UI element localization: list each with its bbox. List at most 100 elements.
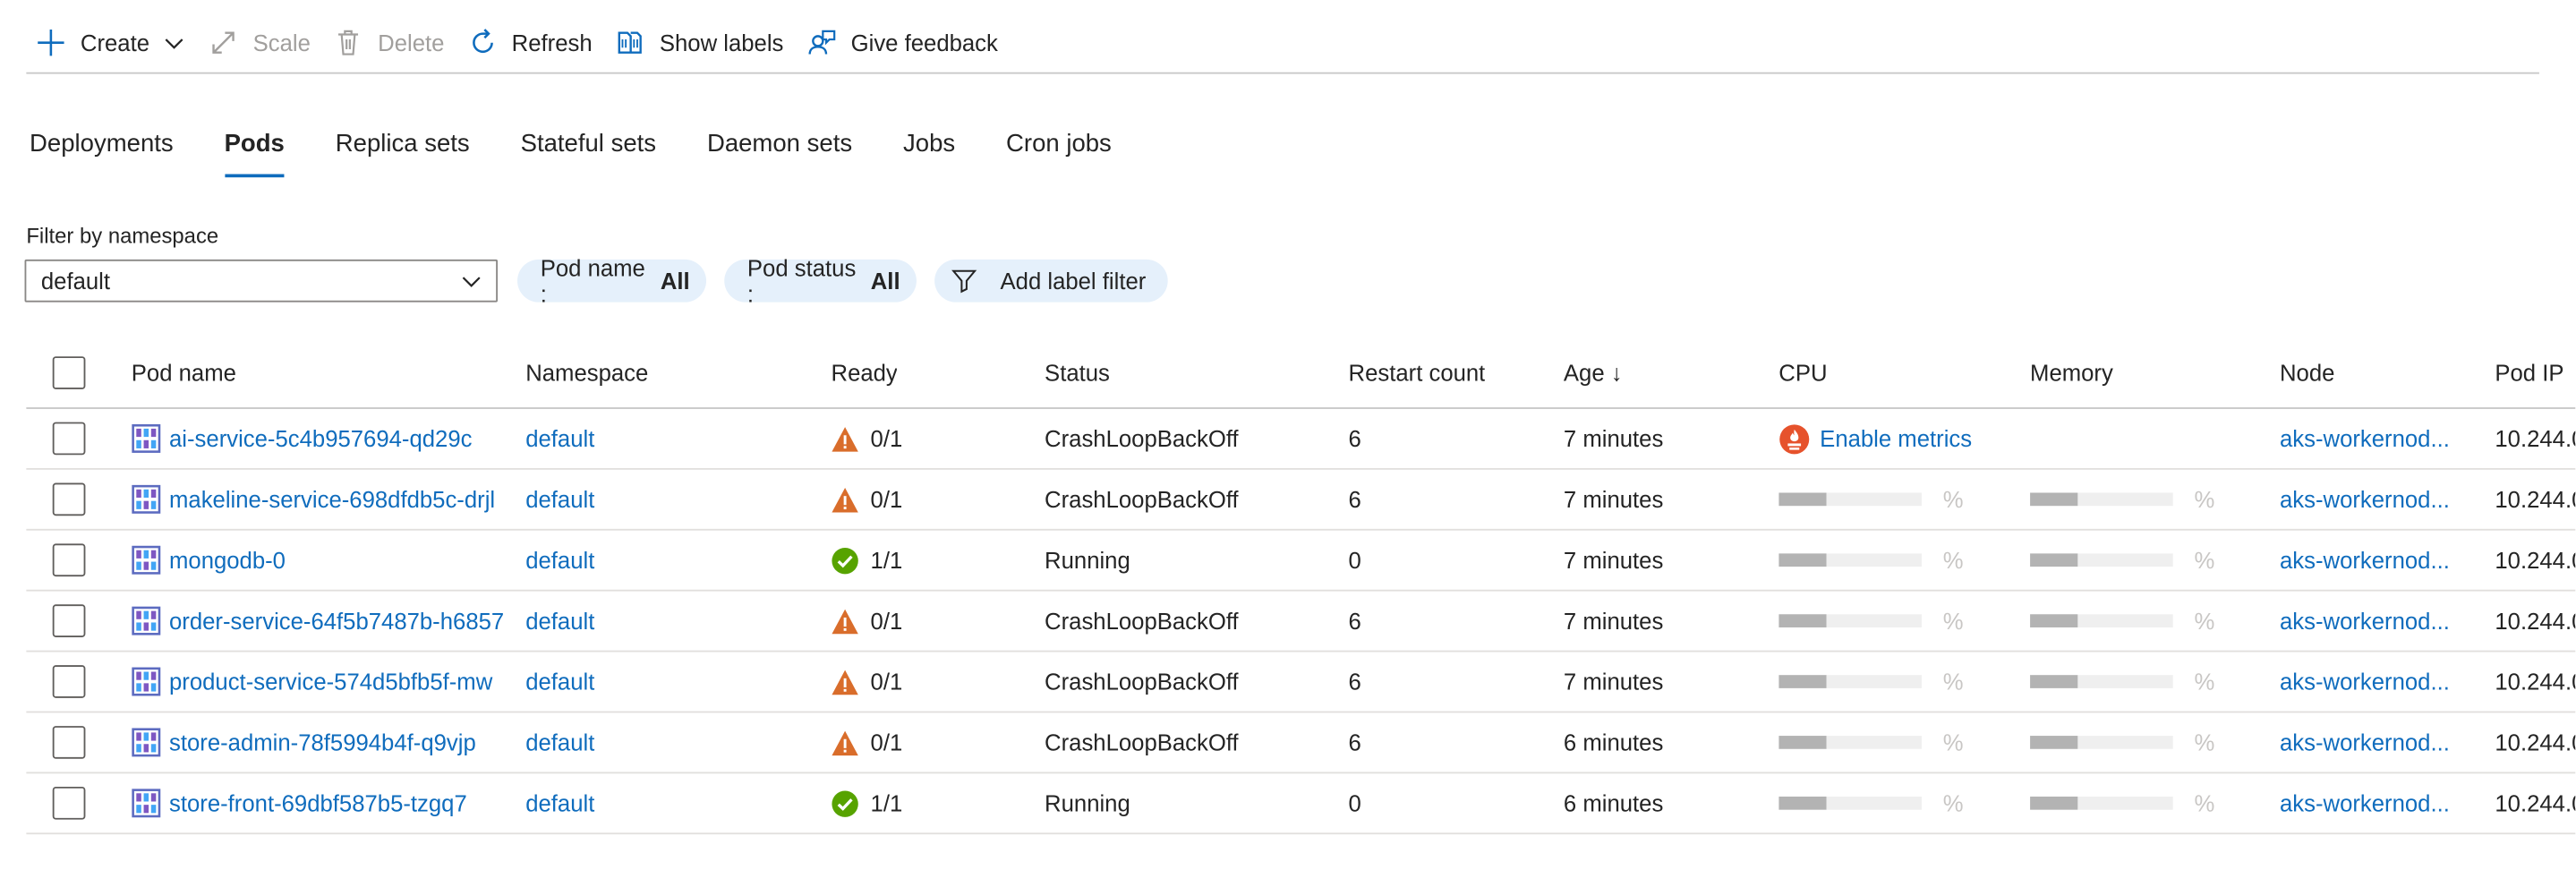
row-checkbox[interactable] [52, 665, 86, 698]
tab-deployments[interactable]: Deployments [30, 124, 174, 177]
namespace-link[interactable]: default [525, 773, 594, 832]
age-cell: 7 minutes [1563, 607, 1664, 635]
create-button[interactable]: Create [26, 15, 199, 71]
namespace-link[interactable]: default [525, 531, 594, 590]
row-checkbox[interactable] [52, 726, 86, 759]
scale-button[interactable]: Scale [199, 15, 324, 71]
pod-name-link[interactable]: order-service-64f5b7487b-h6857 [132, 592, 506, 651]
pod-ip-cell: 10.244.0. [2495, 789, 2575, 816]
col-header-memory[interactable]: Memory [2030, 338, 2113, 407]
col-header-restart-count[interactable]: Restart count [1349, 338, 1486, 407]
tab-pods[interactable]: Pods [224, 124, 285, 178]
show-labels-label: Show labels [659, 30, 784, 56]
refresh-button[interactable]: Refresh [457, 15, 605, 71]
namespace-dropdown[interactable]: default [24, 259, 499, 303]
add-label-filter-pill[interactable]: Add label filter [934, 259, 1168, 303]
age-cell: 6 minutes [1563, 789, 1664, 816]
node-link[interactable]: aks-workernod... [2280, 531, 2461, 590]
namespace-link[interactable]: default [525, 470, 594, 529]
pod-name-link[interactable]: mongodb-0 [132, 531, 506, 590]
prometheus-icon [1779, 423, 1810, 454]
col-header-ready[interactable]: Ready [832, 338, 898, 407]
ready-count: 0/1 [870, 425, 903, 452]
restart-count-cell: 6 [1348, 729, 1361, 756]
row-checkbox[interactable] [52, 786, 86, 820]
pod-name: mongodb-0 [169, 547, 286, 574]
pod-name-link[interactable]: store-front-69dbf587b5-tzgq7 [132, 773, 506, 832]
table-row[interactable]: makeline-service-698dfdb5c-drjl default 0/… [26, 470, 2576, 531]
usage-percent: % [1942, 668, 1964, 695]
namespace-link[interactable]: default [525, 712, 594, 772]
col-header-pod-name[interactable]: Pod name [132, 338, 506, 407]
pod-name-filter-pill[interactable]: Pod name : All [517, 254, 707, 307]
delete-button[interactable]: Delete [324, 15, 457, 71]
show-labels-button[interactable]: Show labels [605, 15, 797, 71]
table-row[interactable]: product-service-574d5bfb5f-mw default 0/1 C… [26, 652, 2576, 713]
pod-name-link[interactable]: product-service-574d5bfb5f-mw [132, 652, 506, 711]
namespace-link[interactable]: default [525, 592, 594, 651]
table-row[interactable]: store-front-69dbf587b5-tzgq7 default 1/1 Ru… [26, 773, 2576, 835]
pod-name-link[interactable]: ai-service-5c4b957694-qd29c [132, 409, 506, 468]
usage-percent: % [1942, 607, 1964, 635]
age-cell: 7 minutes [1563, 668, 1664, 695]
node-link[interactable]: aks-workernod... [2280, 470, 2461, 529]
pod-name-link[interactable]: store-admin-78f5994b4f-q9vjp [132, 712, 506, 772]
pod-name: makeline-service-698dfdb5c-drjl [169, 486, 496, 513]
pod-ip-cell: 10.244.0. [2495, 607, 2575, 635]
col-header-status[interactable]: Status [1045, 338, 1110, 407]
cpu-usage: % [1778, 773, 1964, 832]
table-row[interactable]: store-admin-78f5994b4f-q9vjp default 0/1 Cr… [26, 712, 2576, 774]
restart-count-cell: 6 [1348, 425, 1361, 452]
command-bar: Create Scale Delete Refresh Show labels … [26, 13, 2539, 74]
col-header-pod-ip[interactable]: Pod IP [2495, 338, 2575, 407]
namespace-link[interactable]: default [525, 409, 594, 468]
usage-percent: % [2194, 668, 2215, 695]
node-link[interactable]: aks-workernod... [2280, 592, 2461, 651]
cpu-usage: % [1778, 712, 1964, 772]
table-row[interactable]: order-service-64f5b7487b-h6857 default 0/1… [26, 592, 2576, 652]
namespace-link[interactable]: default [525, 652, 594, 711]
tab-daemon-sets[interactable]: Daemon sets [707, 124, 852, 177]
table-row[interactable]: mongodb-0 default 1/1 Running 0 7 minutes%% ak… [26, 531, 2576, 592]
node-link[interactable]: aks-workernod... [2280, 409, 2461, 468]
status-cell: Running [1045, 547, 1130, 574]
enable-metrics-link[interactable]: Enable metrics [1778, 409, 1972, 468]
pod-name: ai-service-5c4b957694-qd29c [169, 425, 473, 452]
node-link[interactable]: aks-workernod... [2280, 773, 2461, 832]
chevron-down-icon [462, 277, 481, 287]
usage-percent: % [1942, 729, 1964, 756]
filter-icon [951, 269, 977, 294]
pod-status-filter-value: All [870, 268, 900, 294]
node-link[interactable]: aks-workernod... [2280, 712, 2461, 772]
trash-icon [338, 30, 359, 55]
col-header-node[interactable]: Node [2280, 338, 2461, 407]
ready-cell: 0/1 [832, 592, 902, 651]
usage-bar [2030, 675, 2173, 688]
col-header-age[interactable]: Age ↓ [1564, 338, 1623, 407]
col-header-cpu[interactable]: CPU [1778, 338, 1827, 407]
give-feedback-label: Give feedback [850, 30, 998, 56]
pod-name-link[interactable]: makeline-service-698dfdb5c-drjl [132, 470, 506, 529]
warning-icon [832, 487, 858, 512]
usage-bar [1778, 736, 1922, 749]
pod-status-filter-pill[interactable]: Pod status : All [724, 254, 917, 307]
usage-percent: % [1942, 789, 1964, 816]
pod-name-filter-value: All [660, 268, 690, 294]
node-link[interactable]: aks-workernod... [2280, 652, 2461, 711]
tab-stateful-sets[interactable]: Stateful sets [521, 124, 656, 177]
row-checkbox[interactable] [52, 604, 86, 637]
ready-cell: 0/1 [832, 470, 902, 529]
row-checkbox[interactable] [52, 422, 86, 456]
row-checkbox[interactable] [52, 543, 86, 577]
give-feedback-button[interactable]: Give feedback [797, 15, 1011, 71]
table-row[interactable]: ai-service-5c4b957694-qd29c default 0/1 Cra… [26, 409, 2576, 470]
usage-percent: % [2194, 607, 2215, 635]
tab-cron-jobs[interactable]: Cron jobs [1006, 124, 1112, 177]
col-header-namespace[interactable]: Namespace [525, 338, 648, 407]
tab-replica-sets[interactable]: Replica sets [336, 124, 470, 177]
row-checkbox[interactable] [52, 482, 86, 516]
tab-jobs[interactable]: Jobs [903, 124, 955, 177]
usage-bar [2030, 553, 2173, 567]
select-all-checkbox[interactable] [52, 356, 86, 389]
plus-icon [38, 30, 64, 56]
